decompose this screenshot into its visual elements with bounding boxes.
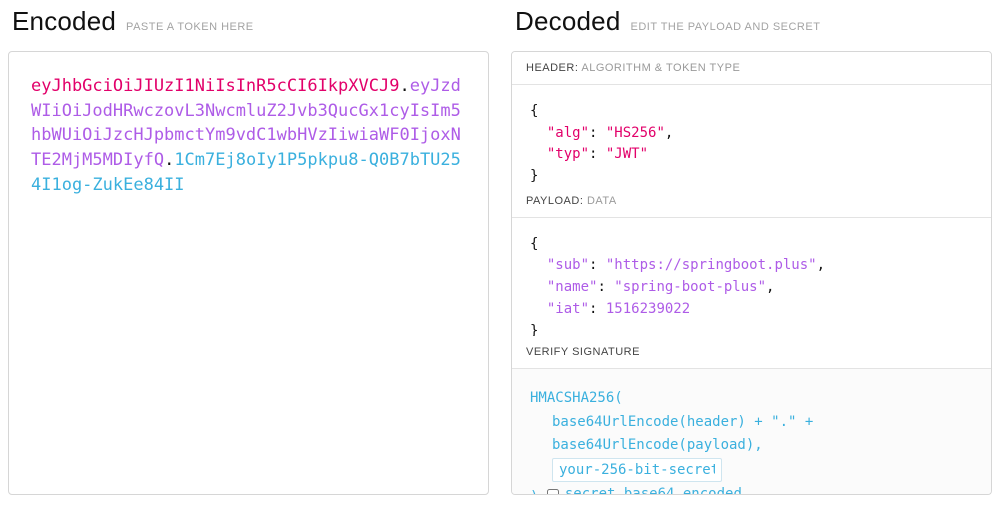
signature-block: HMACSHA256( base64UrlEncode(header) + ".…	[512, 369, 991, 495]
decoded-column: Decoded EDIT THE PAYLOAD AND SECRET HEAD…	[511, 0, 992, 495]
sig-fn-close: )	[530, 489, 538, 495]
token-header-segment: eyJhbGciOiJIUzI1NiIsInR5cCI6IkpXVCJ9	[31, 76, 399, 96]
header-section-sublabel: ALGORITHM & TOKEN TYPE	[581, 62, 740, 74]
payload-panel: PAYLOAD: DATA { "sub": "https://springbo…	[511, 185, 992, 337]
encoded-subtitle: PASTE A TOKEN HERE	[126, 21, 254, 33]
sig-line-1: base64UrlEncode(header) + "." +	[552, 411, 973, 435]
header-section-heading: HEADER: ALGORITHM & TOKEN TYPE	[512, 52, 991, 85]
token-dot-1: .	[399, 76, 409, 96]
header-panel: HEADER: ALGORITHM & TOKEN TYPE { "alg": …	[511, 51, 992, 186]
payload-section-heading: PAYLOAD: DATA	[512, 185, 991, 218]
token-dot-2: .	[164, 150, 174, 170]
encoded-column: Encoded PASTE A TOKEN HERE eyJhbGciOiJIU…	[8, 0, 489, 495]
payload-section-label: PAYLOAD:	[526, 195, 583, 207]
sig-line-2: base64UrlEncode(payload),	[552, 434, 973, 458]
secret-input[interactable]	[552, 458, 722, 482]
decoded-title-row: Decoded EDIT THE PAYLOAD AND SECRET	[511, 0, 992, 51]
header-section-label: HEADER:	[526, 62, 578, 74]
signature-section-label: VERIFY SIGNATURE	[526, 346, 640, 358]
signature-panel: VERIFY SIGNATURE HMACSHA256( base64UrlEn…	[511, 336, 992, 495]
decoded-subtitle: EDIT THE PAYLOAD AND SECRET	[630, 21, 820, 33]
header-json-body[interactable]: { "alg": "HS256", "typ": "JWT" }	[512, 85, 991, 186]
sig-fn-open: HMACSHA256(	[530, 390, 623, 406]
secret-base64-label: secret base64 encoded	[565, 483, 742, 495]
secret-base64-checkbox[interactable]	[547, 489, 559, 495]
encoded-title-row: Encoded PASTE A TOKEN HERE	[8, 0, 489, 51]
encoded-token-box[interactable]: eyJhbGciOiJIUzI1NiIsInR5cCI6IkpXVCJ9.eyJ…	[8, 51, 489, 495]
encoded-title: Encoded	[12, 6, 116, 37]
payload-json-body[interactable]: { "sub": "https://springboot.plus", "nam…	[512, 218, 991, 337]
decoded-title: Decoded	[515, 6, 620, 37]
signature-section-heading: VERIFY SIGNATURE	[512, 336, 991, 369]
payload-section-sublabel: DATA	[587, 195, 617, 207]
